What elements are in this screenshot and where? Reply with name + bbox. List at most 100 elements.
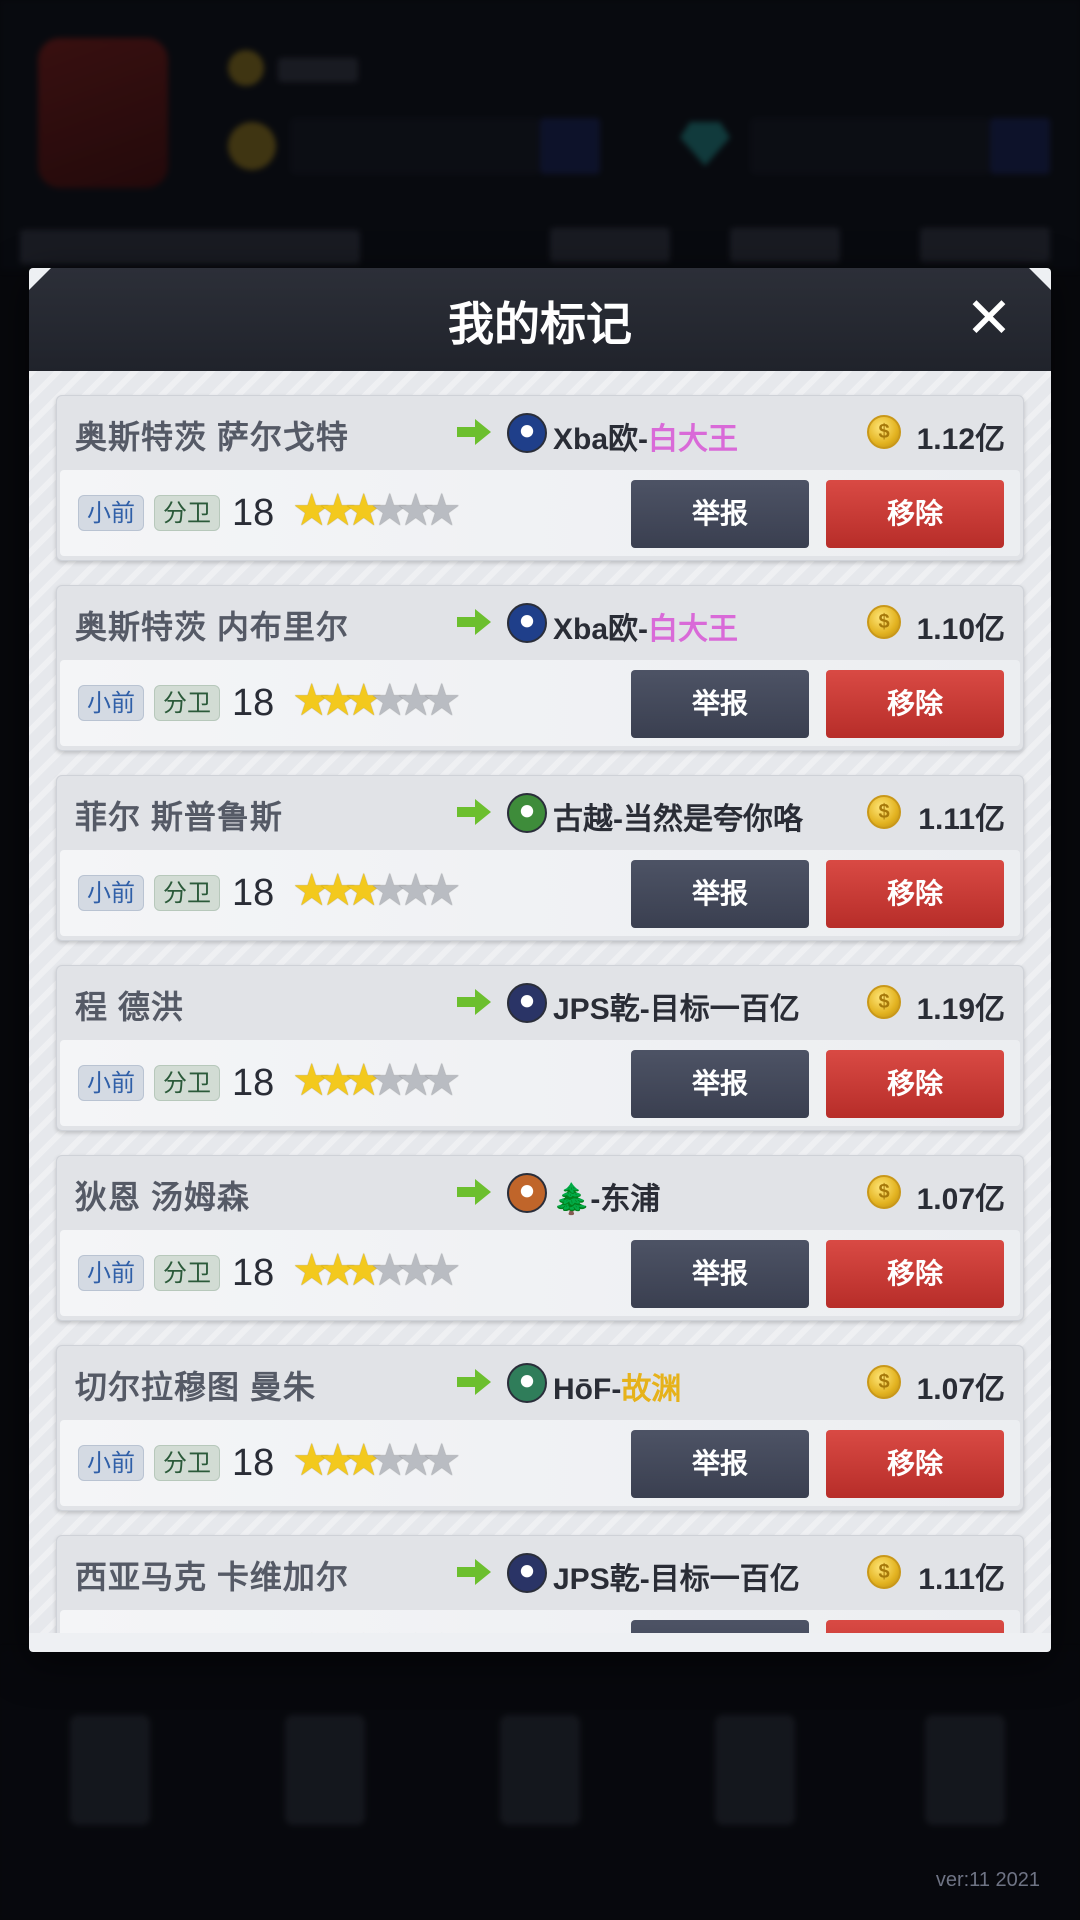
player-name: 奥斯特茨 萨尔戈特	[75, 419, 349, 455]
card-detail-row: 小前分卫18★★★★★★举报移除	[60, 1420, 1020, 1506]
remove-button[interactable]: 移除	[826, 1050, 1004, 1118]
star-icon: ★	[318, 1055, 358, 1106]
star-icon: ★	[318, 1245, 358, 1296]
arrow-right-icon	[457, 1559, 491, 1585]
jps-team-icon	[507, 983, 547, 1023]
jps-team-icon	[507, 1553, 547, 1593]
card-detail-row: 小前分卫18★★★★★★举报移除	[60, 470, 1020, 556]
star-icon: ★	[344, 1245, 384, 1296]
role-badge: 分卫	[154, 1445, 220, 1481]
star-icon: ★	[396, 1055, 436, 1106]
star-rating: ★★★★★★	[292, 1629, 461, 1634]
team-name: HōF-故渊	[553, 1364, 681, 1408]
remove-button[interactable]: 移除	[826, 670, 1004, 738]
star-icon: ★	[344, 1629, 383, 1634]
star-icon: ★	[396, 675, 436, 726]
player-name: 奥斯特茨 内布里尔	[75, 609, 349, 645]
marked-player-card: 奥斯特茨 萨尔戈特 Xba欧-白大王 $1.12亿 小前 分卫 18 ★ ★ ★ ★ ★ ★ 举报 移除	[56, 395, 1024, 561]
star-icon: ★	[344, 865, 384, 916]
star-icon: ★	[396, 865, 436, 916]
card-header: 奥斯特茨 萨尔戈特 Xba欧-白大王 $1.12亿	[57, 396, 1023, 468]
role-badge: 分卫	[154, 1255, 220, 1291]
star-icon: ★	[396, 1629, 435, 1634]
coin-icon: $	[867, 1175, 901, 1209]
team-name-suffix: 故渊	[621, 1373, 682, 1406]
remove-button[interactable]: 移除	[826, 1430, 1004, 1498]
hof-team-icon	[507, 1363, 547, 1403]
star-icon: ★	[318, 675, 358, 726]
marked-player-card: 狄恩 汤姆森 🌲-东浦 $1.07亿 小前 分卫 18 ★ ★ ★ ★ ★ ★ 举报 移除	[56, 1155, 1024, 1321]
star-icon: ★	[422, 675, 462, 726]
remove-button[interactable]: 移除	[826, 1620, 1004, 1633]
report-button[interactable]: 举报	[631, 670, 809, 738]
star-icon: ★	[422, 1629, 461, 1634]
star-icon: ★	[318, 865, 358, 916]
card-header: 菲尔 斯普鲁斯 古越-当然是夸你咯 $1.11亿	[57, 776, 1023, 848]
arrow-right-icon	[457, 609, 491, 635]
coin-icon: $	[867, 1555, 901, 1589]
star-icon: ★	[344, 675, 384, 726]
player-name: 菲尔 斯普鲁斯	[75, 799, 283, 835]
report-button[interactable]: 举报	[631, 1620, 809, 1633]
card-detail-row: 小前分卫18★★★★★★举报移除	[60, 1230, 1020, 1316]
guyue-team-icon	[507, 793, 547, 833]
report-button[interactable]: 举报	[631, 480, 809, 548]
star-icon: ★	[396, 1435, 436, 1486]
position-badge: 小前	[78, 685, 144, 721]
star-icon: ★	[318, 1435, 358, 1486]
card-detail-row: 小前分卫18★★★★★★举报移除	[60, 850, 1020, 936]
team-name: 古越-当然是夸你咯	[553, 794, 803, 838]
player-name: 狄恩 汤姆森	[75, 1179, 250, 1215]
marked-player-card: 切尔拉穆图 曼朱 HōF-故渊 $1.07亿 小前 分卫 18 ★ ★ ★ ★ ★ ★ 举报 移除	[56, 1345, 1024, 1511]
remove-button[interactable]: 移除	[826, 860, 1004, 928]
player-price: 1.07亿	[916, 1373, 1005, 1406]
report-button[interactable]: 举报	[631, 1430, 809, 1498]
marked-player-card: 西亚马克 卡维加尔JPS乾-目标一百亿$1.11亿小前分卫18★★★★★★举报移…	[56, 1535, 1024, 1633]
star-icon: ★	[370, 865, 410, 916]
coin-icon: $	[867, 605, 901, 639]
star-icon: ★	[370, 1629, 409, 1634]
position-badge: 小前	[78, 495, 144, 531]
modal-header: 我的标记 ✕	[29, 268, 1051, 371]
marked-player-card: 菲尔 斯普鲁斯 古越-当然是夸你咯 $1.11亿 小前 分卫 18 ★ ★ ★ ★ ★ ★ 举报 移除	[56, 775, 1024, 941]
player-name: 程 德洪	[75, 989, 184, 1025]
player-age: 18	[232, 682, 275, 724]
team-name: Xba欧-白大王	[553, 604, 738, 648]
team-name: JPS乾-目标一百亿	[553, 1554, 800, 1598]
position-badge: 小前	[78, 1255, 144, 1291]
star-rating: ★★★★★★	[292, 675, 462, 726]
team-name-prefix: 古越-当然是夸你咯	[553, 803, 803, 836]
player-price: 1.12亿	[916, 423, 1005, 456]
star-rating: ★★★★★★	[292, 485, 462, 536]
team-name: 🌲-东浦	[553, 1174, 660, 1218]
team-name-suffix: 白大王	[648, 613, 739, 646]
role-badge: 分卫	[154, 685, 220, 721]
player-price: 1.07亿	[916, 1183, 1005, 1216]
report-button[interactable]: 举报	[631, 860, 809, 928]
team-name-suffix: 白大王	[648, 423, 739, 456]
player-price: 1.11亿	[918, 803, 1005, 836]
star-icon: ★	[292, 485, 332, 536]
remove-button[interactable]: 移除	[826, 1240, 1004, 1308]
remove-button[interactable]: 移除	[826, 480, 1004, 548]
star-icon: ★	[344, 485, 384, 536]
player-name: 切尔拉穆图 曼朱	[75, 1369, 316, 1405]
report-button[interactable]: 举报	[631, 1050, 809, 1118]
report-button[interactable]: 举报	[631, 1240, 809, 1308]
star-rating: ★★★★★★	[292, 1055, 461, 1106]
star-icon: ★	[344, 1055, 384, 1106]
team-name-prefix: Xba欧-	[553, 423, 649, 456]
star-icon: ★	[396, 485, 436, 536]
star-icon: ★	[422, 485, 462, 536]
star-icon: ★	[292, 865, 332, 916]
arrow-right-icon	[457, 989, 491, 1015]
star-icon: ★	[422, 1435, 462, 1486]
role-badge: 分卫	[154, 1065, 220, 1101]
player-price: 1.11亿	[918, 1563, 1005, 1596]
star-icon: ★	[396, 1245, 436, 1296]
role-badge: 分卫	[154, 495, 220, 531]
close-button[interactable]: ✕	[957, 286, 1021, 350]
marked-players-list[interactable]: 奥斯特茨 萨尔戈特 Xba欧-白大王 $1.12亿 小前 分卫 18 ★ ★ ★ ★ ★ ★ 举报 移除奥…	[29, 371, 1051, 1633]
star-icon: ★	[292, 675, 332, 726]
player-price: 1.19亿	[916, 993, 1005, 1026]
